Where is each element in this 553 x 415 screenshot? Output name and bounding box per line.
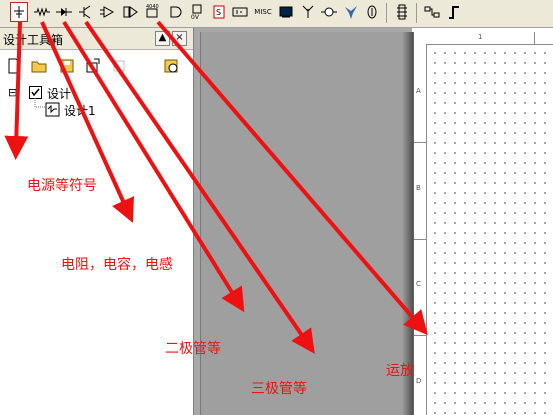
- column-divider: [534, 32, 535, 44]
- zone-label-b: B: [416, 184, 421, 192]
- pin-button[interactable]: ▲: [155, 31, 170, 46]
- sheet-left-border: A B C D: [414, 32, 427, 415]
- close-button[interactable]: ×: [172, 31, 187, 46]
- logic-gate-icon: [170, 6, 182, 18]
- connector-button[interactable]: [363, 2, 381, 22]
- counter-icon: 4040: [146, 4, 159, 18]
- panel-title-bar: 设计工具箱 ▲ ×: [0, 28, 193, 50]
- toolbar-separator: [386, 3, 387, 23]
- design-tree: ⊟ 设计 设计1: [0, 84, 193, 144]
- open-folder-icon: [31, 61, 47, 72]
- battery-button[interactable]: [231, 2, 249, 22]
- tree-expander-icon[interactable]: ⊟: [8, 86, 17, 99]
- zone-divider: [414, 142, 426, 143]
- transistor-button[interactable]: [77, 2, 95, 22]
- zone-label-a: A: [416, 87, 421, 95]
- schematic-sheet[interactable]: A B C D 1: [413, 32, 553, 415]
- bird-tool-icon: [345, 6, 357, 19]
- svg-text:0V: 0V: [191, 14, 200, 20]
- toolbar-separator: [416, 3, 417, 23]
- zone-divider: [414, 239, 426, 240]
- zone-divider: [414, 335, 426, 336]
- new-design-button[interactable]: [5, 57, 23, 74]
- workspace-background: [194, 28, 412, 415]
- column-label-1: 1: [478, 33, 483, 41]
- diode-button[interactable]: [55, 2, 73, 22]
- disabled-tool-button: [110, 57, 128, 74]
- opamp-icon: [100, 6, 115, 18]
- comparator-icon: [123, 6, 138, 18]
- new-file-icon: [8, 58, 20, 73]
- diode-icon: [56, 8, 72, 16]
- tree-root-label[interactable]: 设计: [47, 85, 71, 102]
- save-icon: [60, 59, 74, 72]
- ov-device-icon: 0V: [191, 4, 202, 20]
- zone-label-d: D: [416, 377, 422, 385]
- export-icon: [86, 58, 100, 72]
- grid-dots: [427, 45, 553, 415]
- connector-icon: [367, 5, 377, 19]
- logic-gate-button[interactable]: [166, 2, 184, 22]
- antenna-button[interactable]: [299, 2, 317, 22]
- resistor-button[interactable]: [33, 2, 51, 22]
- special-tool-button[interactable]: [342, 2, 360, 22]
- power-ground-icon: [14, 6, 24, 18]
- power-symbol-button[interactable]: [10, 2, 28, 22]
- annotation-opamp: 运放: [386, 363, 414, 379]
- tree-child-label[interactable]: 设计1: [64, 102, 96, 119]
- display-button[interactable]: [277, 2, 295, 22]
- copy-icon: [113, 60, 125, 71]
- workspace-inner: [200, 32, 407, 415]
- settings-tool-button[interactable]: [162, 57, 180, 74]
- svg-text:4040: 4040: [146, 4, 159, 10]
- panel-toolbar: [0, 50, 193, 80]
- pulse-button[interactable]: [445, 2, 463, 22]
- misc-label: MISC: [254, 8, 272, 16]
- svg-text:S: S: [216, 8, 221, 17]
- save-design-button[interactable]: [58, 57, 76, 74]
- clock-folder-icon: [164, 59, 178, 72]
- display-icon: [279, 6, 293, 18]
- special-chip-button[interactable]: S: [210, 2, 228, 22]
- sheet-top-border: 1: [426, 32, 553, 45]
- component-toolbar: 4040 0V S MISC: [0, 0, 553, 28]
- crystal-button[interactable]: [320, 2, 338, 22]
- opamp-button[interactable]: [99, 2, 117, 22]
- annotation-diode: 二极管等: [165, 341, 221, 357]
- schematic-sheet-icon: [45, 102, 60, 117]
- header-icon: [397, 4, 407, 20]
- transistor-icon: [79, 5, 91, 19]
- panel-title: 设计工具箱: [3, 33, 64, 47]
- comparator-button[interactable]: [121, 2, 139, 22]
- resistor-icon: [34, 7, 50, 17]
- wire-switch-icon: [424, 6, 440, 18]
- header-button[interactable]: [393, 2, 411, 22]
- misc-button[interactable]: MISC: [252, 2, 274, 22]
- antenna-icon: [302, 5, 314, 18]
- crystal-icon: [321, 7, 337, 17]
- open-design-button[interactable]: [31, 57, 49, 74]
- zone-label-c: C: [416, 280, 421, 288]
- counter-button[interactable]: 4040: [143, 2, 161, 22]
- export-button[interactable]: [84, 57, 102, 74]
- annotation-transistor: 三极管等: [251, 381, 307, 397]
- annotation-passive: 电阻，电容，电感: [61, 257, 173, 273]
- special-chip-icon: S: [213, 5, 225, 19]
- wire-switch-button[interactable]: [423, 2, 441, 22]
- annotation-power: 电源等符号: [27, 178, 97, 194]
- ov-device-button[interactable]: 0V: [188, 2, 206, 22]
- battery-icon: [232, 7, 248, 17]
- pulse-icon: [449, 6, 459, 19]
